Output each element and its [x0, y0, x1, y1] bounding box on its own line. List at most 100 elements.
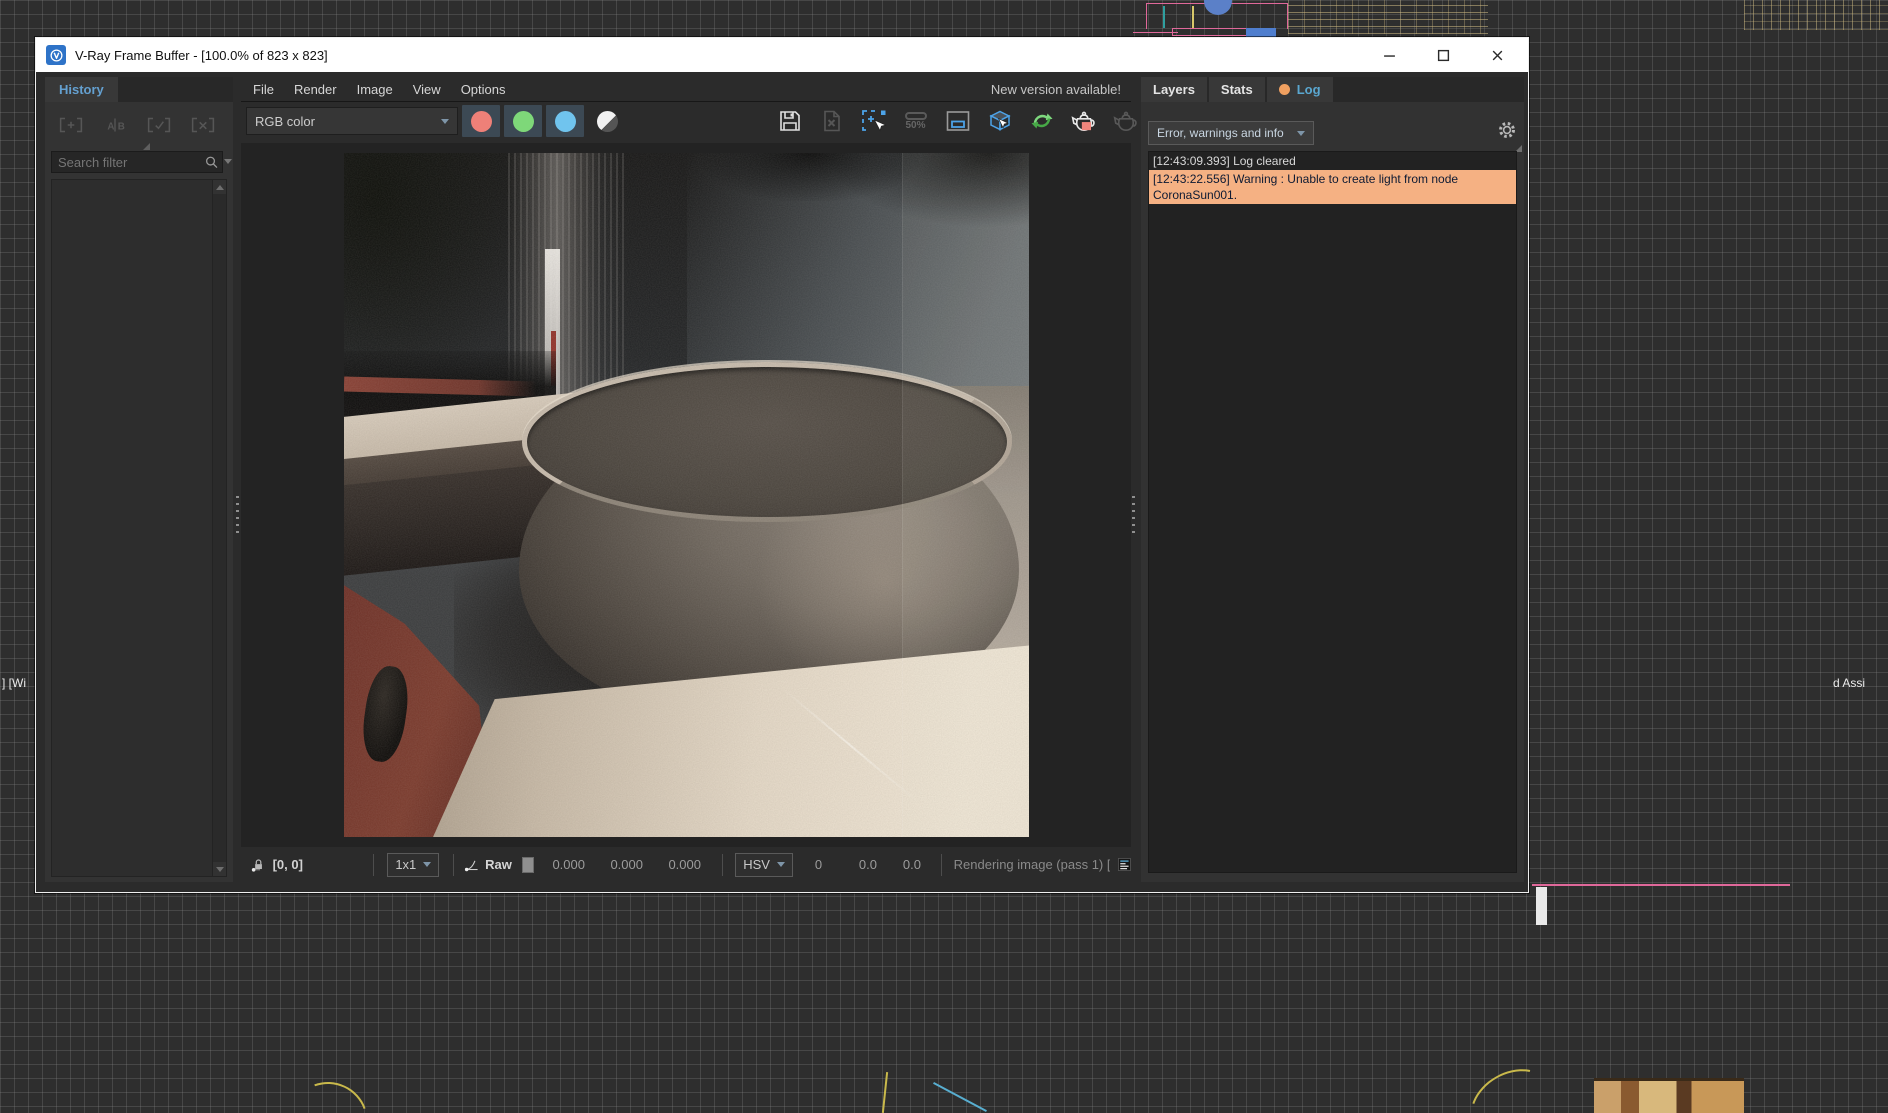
blue-channel-button[interactable]	[546, 105, 584, 137]
log-filter-value: Error, warnings and info	[1157, 126, 1284, 140]
window-body: History A B	[36, 72, 1528, 892]
desktop: ] [Wi d Assi V-Ray Frame Buffer - [100.0…	[0, 0, 1888, 1113]
history-search	[51, 151, 223, 173]
refresh-button[interactable]	[1025, 105, 1058, 137]
titlebar[interactable]: V-Ray Frame Buffer - [100.0% of 823 x 82…	[36, 38, 1528, 72]
channel-select[interactable]: RGB color	[246, 107, 458, 135]
red-channel-icon	[471, 111, 492, 132]
tab-history[interactable]: History	[45, 77, 118, 102]
render-button[interactable]	[1109, 105, 1142, 137]
render-last-red-icon	[1070, 108, 1098, 134]
history-toolbar: A B	[45, 102, 233, 139]
tab-log-label: Log	[1297, 82, 1321, 97]
menu-render[interactable]: Render	[284, 82, 347, 97]
maximize-button[interactable]	[1436, 48, 1450, 62]
tab-stats[interactable]: Stats	[1209, 77, 1265, 102]
region-render-icon	[861, 108, 887, 134]
letterbox-button[interactable]	[941, 105, 974, 137]
tab-log[interactable]: Log	[1267, 77, 1333, 102]
pixel-coords: [0, 0]	[273, 857, 319, 872]
search-icon	[205, 155, 218, 169]
search-input[interactable]	[58, 155, 205, 170]
viewport-decoration	[1532, 884, 1790, 886]
menu-options[interactable]: Options	[451, 82, 516, 97]
isolate-cube-icon	[987, 108, 1013, 134]
window-controls	[1382, 48, 1518, 62]
viewport-label-fragment: ] [Wi	[2, 676, 26, 690]
gear-icon[interactable]	[1496, 119, 1518, 141]
search-options-caret[interactable]	[224, 159, 232, 164]
viewport-label-fragment: d Assi	[1833, 676, 1865, 690]
chevron-down-icon	[441, 119, 449, 124]
render-image[interactable]	[344, 153, 1029, 837]
refresh-icon	[1029, 108, 1055, 134]
status-bar: [0, 0] 1x1 Raw 0.000 0.000	[241, 847, 1131, 882]
mono-channel-icon	[597, 111, 618, 132]
tab-layers-label: Layers	[1153, 82, 1195, 97]
history-list[interactable]	[51, 179, 227, 877]
render-noise-overlay	[344, 153, 1029, 837]
zoom-level-value: 1x1	[395, 857, 416, 872]
viewport-decoration	[1536, 887, 1547, 925]
right-splitter-handle[interactable]	[1132, 496, 1135, 534]
viewport-decoration	[1246, 28, 1276, 37]
region-render-button[interactable]	[857, 105, 890, 137]
isolate-select-button[interactable]	[983, 105, 1016, 137]
zoom-50-icon	[905, 112, 927, 120]
viewport-decoration	[1192, 6, 1194, 28]
stats-toggle-icon[interactable]	[1118, 856, 1131, 873]
new-version-link[interactable]: New version available!	[991, 82, 1131, 97]
clear-image-button[interactable]	[815, 105, 848, 137]
rgb-value-g: 0.000	[610, 857, 650, 872]
rgb-value-r: 0.000	[552, 857, 592, 872]
vray-logo-icon	[46, 45, 66, 65]
zoom-50-button[interactable]: 50%	[899, 105, 932, 137]
log-list[interactable]: [12:43:09.393] Log cleared [12:43:22.556…	[1148, 151, 1517, 873]
render-teapot-icon	[1112, 108, 1140, 134]
close-button[interactable]	[1490, 48, 1504, 62]
menu-file[interactable]: File	[243, 82, 284, 97]
menu-image[interactable]: Image	[347, 82, 403, 97]
tab-layers[interactable]: Layers	[1141, 77, 1207, 102]
red-channel-button[interactable]	[462, 105, 500, 137]
scroll-up-button[interactable]	[213, 180, 226, 194]
blue-channel-icon	[555, 111, 576, 132]
history-scrollbar[interactable]	[212, 180, 226, 876]
log-entry-info: [12:43:09.393] Log cleared	[1149, 152, 1516, 170]
image-viewport	[241, 143, 1131, 847]
render-last-button[interactable]	[1067, 105, 1100, 137]
save-image-button[interactable]	[773, 105, 806, 137]
save-icon	[777, 108, 803, 134]
zoom-level-select[interactable]: 1x1	[387, 853, 439, 877]
pixel-lock-icon[interactable]	[251, 855, 265, 874]
history-resize-grip[interactable]	[143, 143, 150, 150]
left-splitter-handle[interactable]	[236, 496, 239, 534]
display-correction-curve-icon[interactable]	[464, 856, 479, 874]
mono-channel-button[interactable]	[588, 105, 626, 137]
add-frame-button[interactable]	[53, 111, 88, 139]
green-channel-icon	[513, 111, 534, 132]
ab-icon-b: B	[117, 121, 124, 132]
raw-label: Raw	[485, 857, 512, 872]
accept-frame-button[interactable]	[141, 111, 176, 139]
log-alert-dot-icon	[1279, 84, 1290, 95]
menubar: File Render Image View Options New versi…	[241, 77, 1131, 102]
minimize-button[interactable]	[1382, 48, 1396, 62]
chevron-down-icon	[1297, 131, 1305, 136]
green-channel-button[interactable]	[504, 105, 542, 137]
hsv-value-h: 0	[815, 857, 837, 872]
viewport-decoration	[1288, 0, 1488, 34]
window-title: V-Ray Frame Buffer - [100.0% of 823 x 82…	[75, 48, 328, 63]
clear-image-icon	[819, 108, 845, 134]
delete-frame-button[interactable]	[185, 111, 220, 139]
log-panel: Layers Stats Log Error, warnings and inf…	[1141, 77, 1524, 882]
log-entry-warning: [12:43:22.556] Warning : Unable to creat…	[1149, 170, 1516, 204]
viewport-decoration	[1133, 32, 1178, 33]
menu-view[interactable]: View	[403, 82, 451, 97]
log-filter-select[interactable]: Error, warnings and info	[1148, 121, 1314, 145]
scroll-down-button[interactable]	[213, 862, 226, 876]
ab-compare-button[interactable]: A B	[97, 111, 132, 139]
rgb-value-b: 0.000	[668, 857, 708, 872]
color-mode-select[interactable]: HSV	[735, 853, 793, 877]
toolbar-icons: 50%	[773, 105, 1142, 137]
